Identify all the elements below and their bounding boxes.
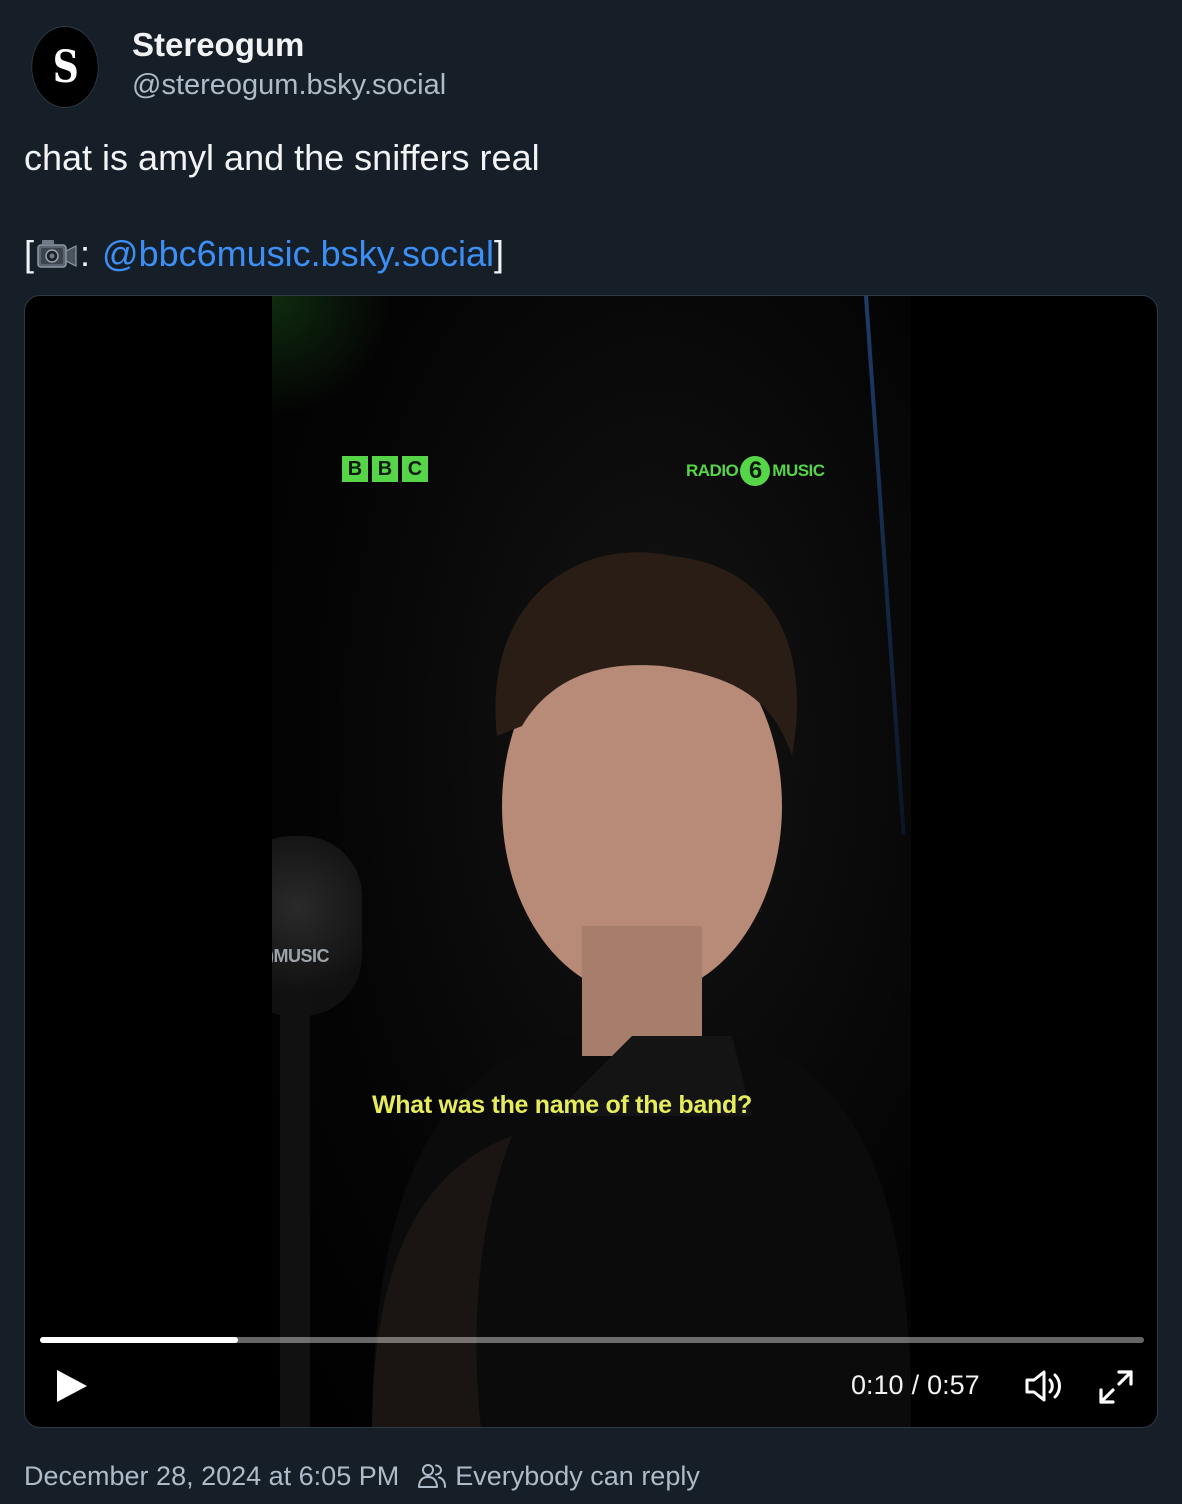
avatar[interactable]: S xyxy=(31,26,99,108)
bbc-logo-letter: B xyxy=(342,456,368,482)
radio-logo-right: MUSIC xyxy=(772,461,825,480)
bbc-logo-letter: B xyxy=(372,456,398,482)
credit-close-bracket: ] xyxy=(494,233,505,274)
radio-logo-number: 6 xyxy=(740,456,771,486)
studio-glow xyxy=(272,296,392,416)
post-footer: December 28, 2024 at 6:05 PM Everybody c… xyxy=(24,1458,700,1494)
reply-setting[interactable]: Everybody can reply xyxy=(455,1458,700,1494)
post-timestamp[interactable]: December 28, 2024 at 6:05 PM xyxy=(24,1458,399,1494)
video-player[interactable]: )MUSIC B B C RADIO 6 MUSIC What was the … xyxy=(24,295,1158,1428)
fullscreen-icon[interactable] xyxy=(1097,1368,1135,1406)
progress-bar[interactable] xyxy=(40,1337,1144,1343)
duration: 0:57 xyxy=(927,1370,980,1400)
interviewee-figure xyxy=(372,552,911,1427)
post: S Stereogum @stereogum.bsky.social chat … xyxy=(0,0,1182,1504)
bbc-logo: B B C xyxy=(342,456,428,482)
bbc-logo-letter: C xyxy=(402,456,428,482)
author-handle[interactable]: @stereogum.bsky.social xyxy=(132,67,446,103)
video-camera-icon xyxy=(37,240,77,268)
video-caption: What was the name of the band? xyxy=(372,1091,752,1119)
time-display: 0:10 / 0:57 xyxy=(851,1368,980,1402)
radio-logo-left: RADIO xyxy=(686,461,739,480)
author-display-name[interactable]: Stereogum xyxy=(132,25,446,65)
radio-6-music-logo: RADIO 6 MUSIC xyxy=(686,456,825,486)
people-icon xyxy=(418,1464,447,1488)
progress-bar-fill xyxy=(40,1337,238,1343)
post-credit: [ : @bbc6music.bsky.social ] xyxy=(24,232,504,276)
microphone-stand xyxy=(280,996,310,1427)
credit-open-bracket: [ xyxy=(24,233,35,274)
volume-icon[interactable] xyxy=(1023,1366,1065,1406)
author-names: Stereogum @stereogum.bsky.social xyxy=(132,25,446,103)
current-time: 0:10 xyxy=(851,1370,904,1400)
post-text: chat is amyl and the sniffers real xyxy=(24,137,540,178)
time-separator: / xyxy=(911,1370,920,1400)
post-header: S Stereogum @stereogum.bsky.social xyxy=(24,26,446,108)
video-frame[interactable]: )MUSIC B B C RADIO 6 MUSIC What was the … xyxy=(272,296,911,1427)
mention-link[interactable]: @bbc6music.bsky.social xyxy=(102,232,494,276)
play-icon[interactable] xyxy=(51,1366,91,1406)
microphone-label: )MUSIC xyxy=(272,946,330,966)
credit-separator: : xyxy=(80,233,91,274)
